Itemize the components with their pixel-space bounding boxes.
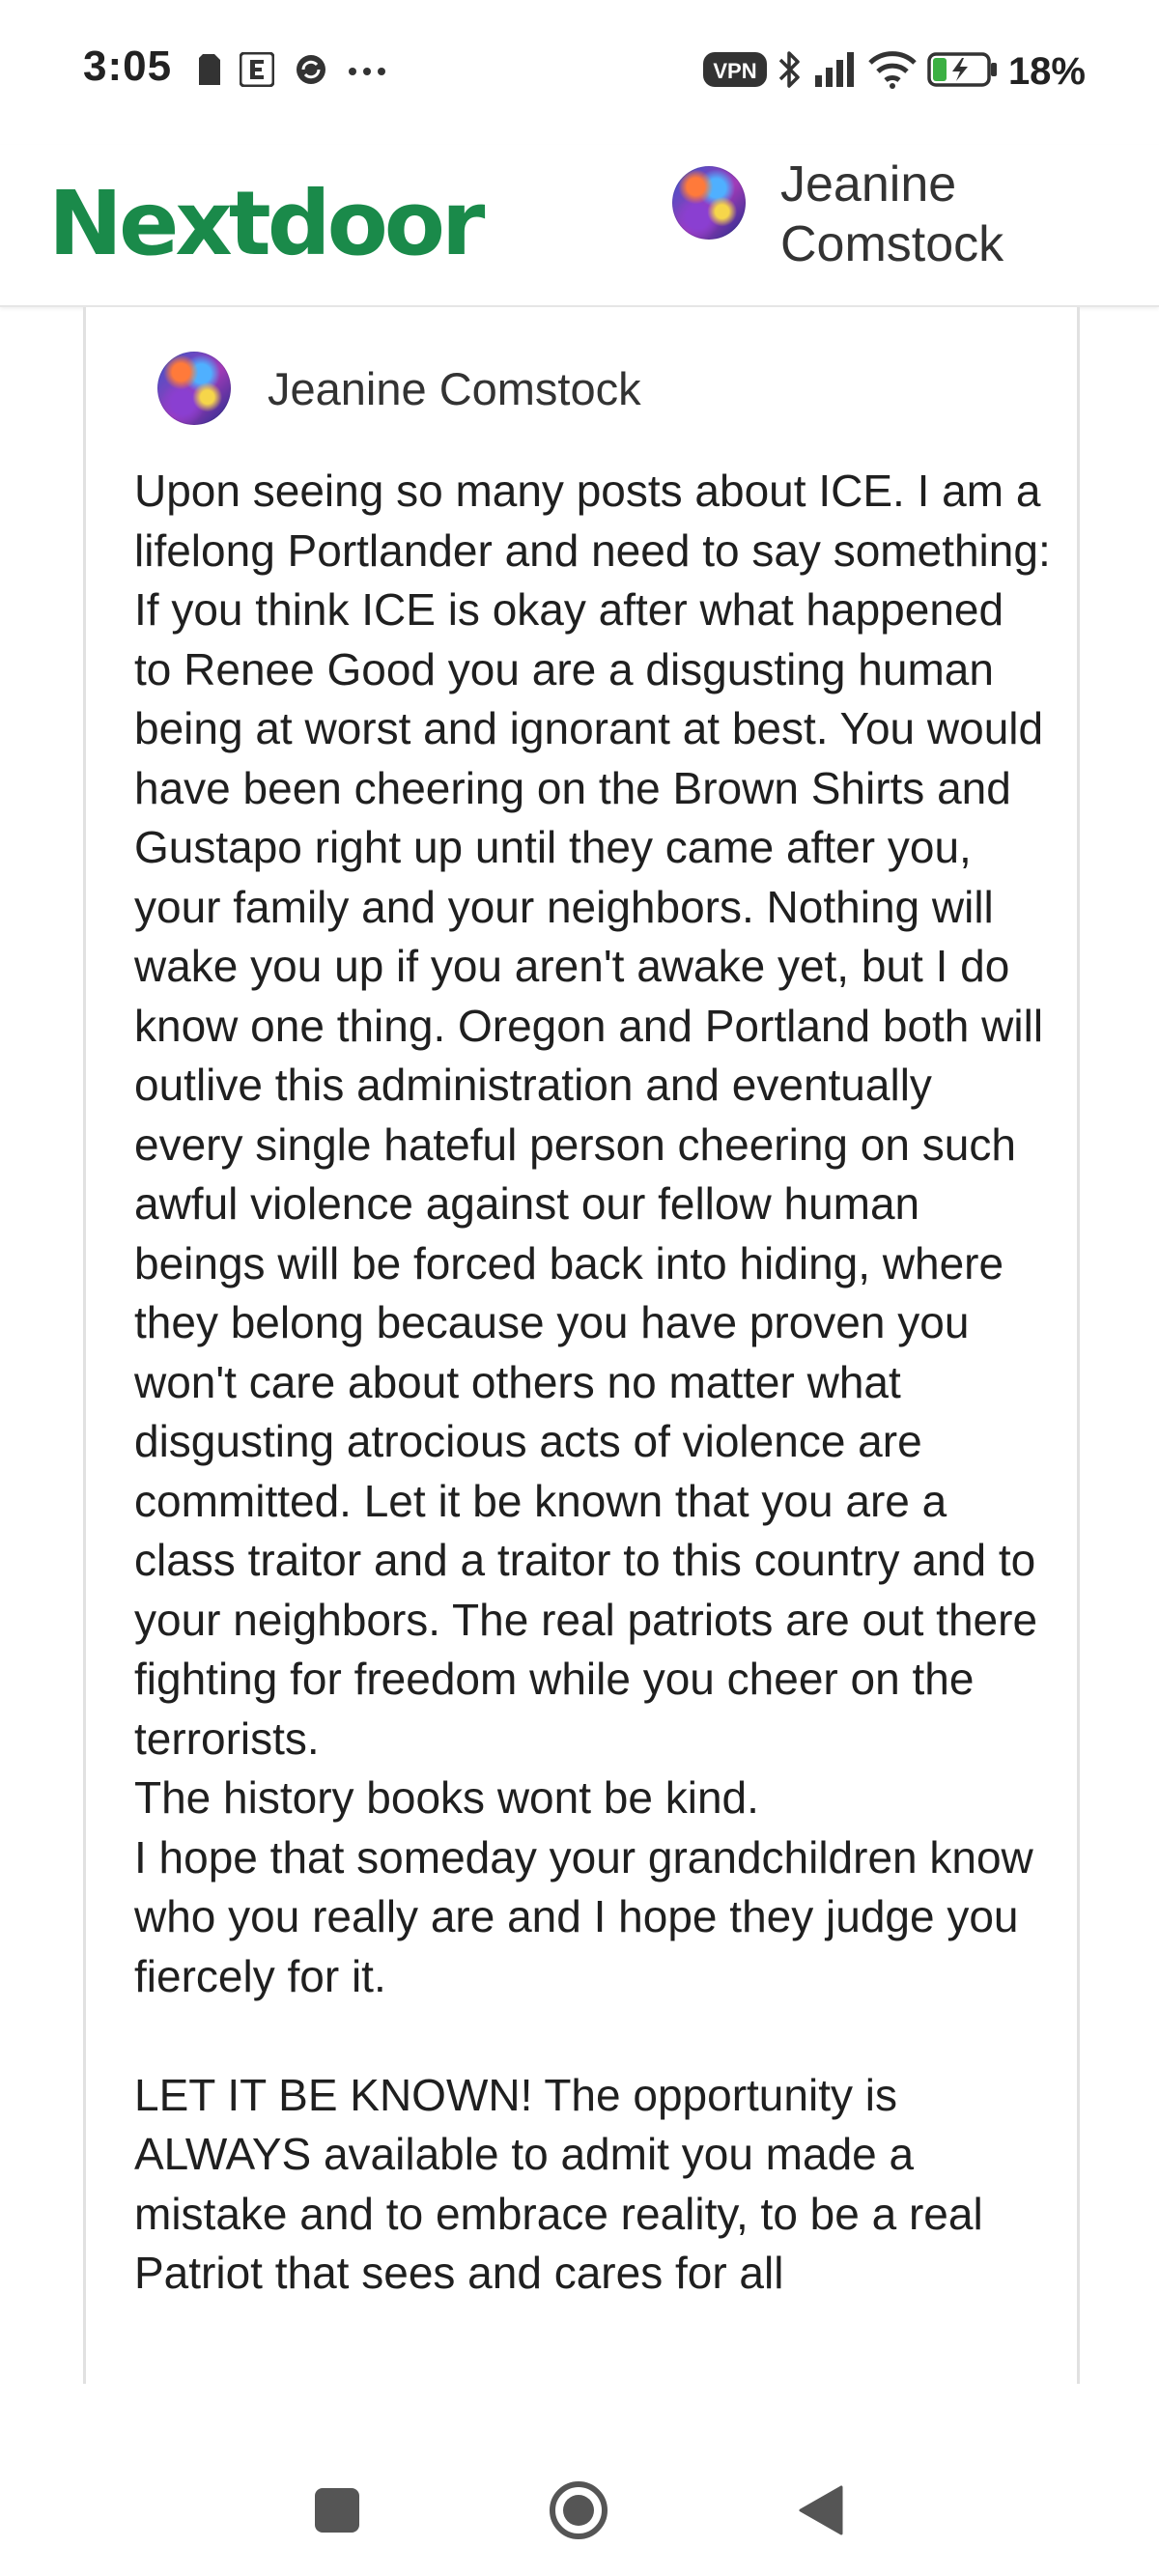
recents-square-icon — [315, 2488, 359, 2533]
svg-text:VPN: VPN — [713, 59, 756, 83]
back-button[interactable] — [787, 2477, 855, 2544]
recents-button[interactable] — [303, 2477, 371, 2544]
app-header: Nextdoor Jeanine Comstock — [0, 145, 1159, 307]
status-time: 3:05 — [83, 42, 173, 90]
sim-card-icon — [199, 54, 220, 90]
header-user-name[interactable]: Jeanine Comstock — [780, 155, 1060, 274]
wifi-icon — [867, 50, 918, 94]
post-paragraph: The history books wont be kind. — [134, 1772, 759, 1823]
nextdoor-logo[interactable]: Nextdoor — [48, 172, 485, 275]
e-app-icon — [239, 51, 275, 92]
post-body: Upon seeing so many posts about ICE. I a… — [134, 462, 1052, 2304]
avatar[interactable] — [672, 166, 746, 240]
post-author-name[interactable]: Jeanine Comstock — [268, 362, 641, 415]
post-author[interactable]: Jeanine Comstock — [157, 352, 641, 425]
battery-percent: 18% — [1007, 50, 1086, 93]
back-triangle-icon — [799, 2485, 843, 2535]
battery-charging-icon — [927, 50, 999, 94]
post-paragraph: I hope that someday your grandchildren k… — [134, 1831, 1046, 2001]
home-button[interactable] — [545, 2477, 612, 2544]
signal-icon — [813, 50, 858, 94]
post-paragraph: LET IT BE KNOWN! The opportunity is ALWA… — [134, 2069, 996, 2299]
status-left-icons — [199, 51, 386, 92]
status-right-icons: VPN 18% — [702, 48, 1086, 96]
vpn-badge-icon: VPN — [702, 50, 767, 94]
post-card: Jeanine Comstock Upon seeing so many pos… — [83, 307, 1080, 2384]
more-dots-icon — [348, 64, 386, 81]
status-bar: 3:05 VPN 18% — [0, 0, 1159, 145]
home-circle-icon — [550, 2481, 608, 2539]
sync-icon — [294, 52, 328, 92]
author-avatar[interactable] — [157, 352, 231, 425]
post-paragraph: Upon seeing so many posts about ICE. I a… — [134, 466, 1063, 1764]
system-nav-bar — [0, 2384, 1159, 2576]
bluetooth-icon — [777, 48, 804, 96]
header-user-profile[interactable]: Jeanine Comstock — [672, 155, 1060, 274]
